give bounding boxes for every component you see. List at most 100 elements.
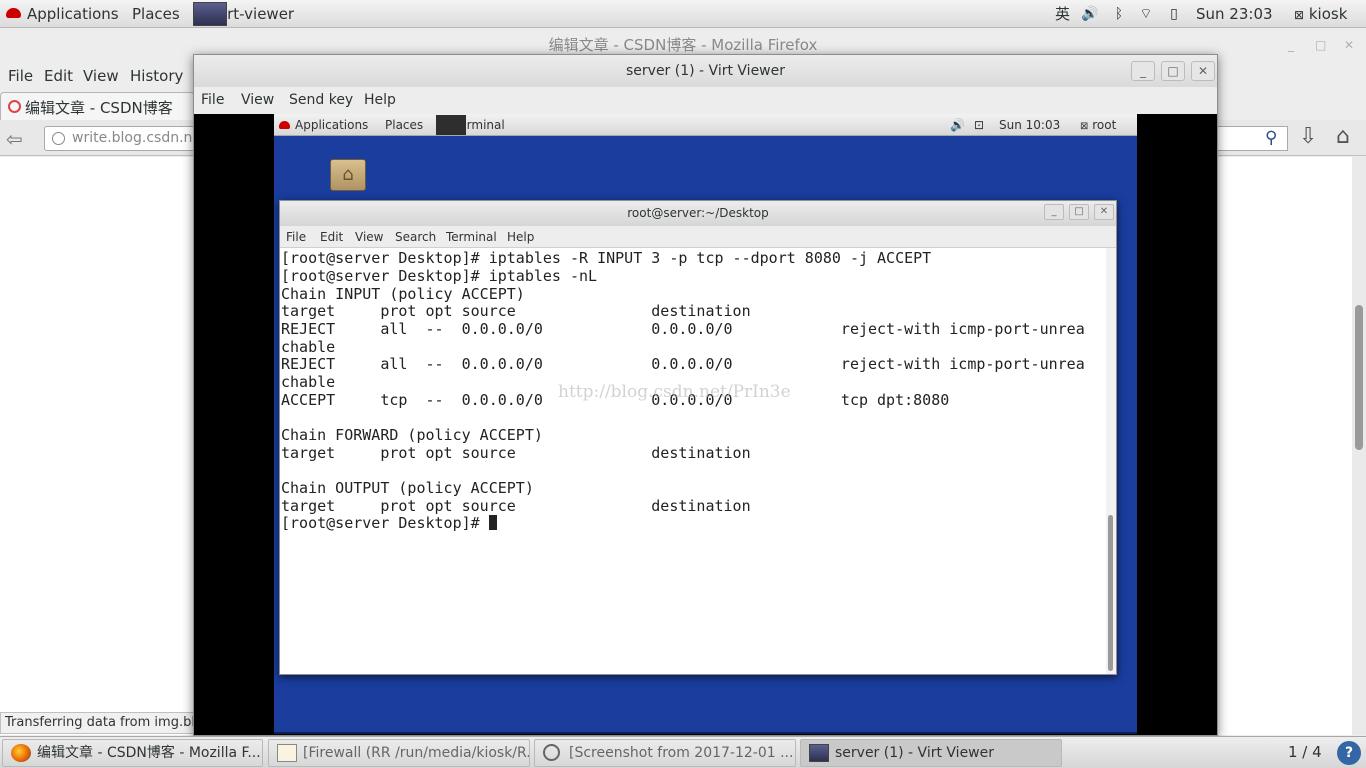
term-maximize-button[interactable]: □	[1069, 204, 1089, 220]
term-close-button[interactable]: ✕	[1094, 204, 1114, 220]
guest-user-icon: ⊠	[1080, 121, 1089, 132]
help-icon[interactable]: ?	[1337, 741, 1361, 765]
firefox-search-field[interactable]	[1218, 126, 1288, 151]
virt-viewer-titlebar[interactable]: server (1) - Virt Viewer _ □ ✕	[194, 55, 1217, 87]
firefox-url-bar[interactable]: write.blog.csdn.ne	[44, 126, 195, 151]
terminal-titlebar[interactable]: root@server:~/Desktop _ □ ✕	[280, 201, 1116, 226]
host-clock[interactable]: Sun 23:03	[1196, 0, 1273, 28]
firefox-tab-label: 编辑文章 - CSDN博客	[25, 99, 173, 117]
terminal-line: REJECT all -- 0.0.0.0/0 0.0.0.0/0 reject…	[281, 320, 1085, 338]
guest-user-label: root	[1092, 118, 1117, 132]
guest-terminal-app-menu[interactable]: Terminal	[436, 114, 505, 136]
term-menu-help[interactable]: Help	[507, 230, 534, 244]
guest-clock[interactable]: Sun 10:03	[999, 114, 1060, 136]
firefox-icon	[11, 744, 31, 762]
vv-menu-help[interactable]: Help	[364, 92, 396, 108]
terminal-line: Chain OUTPUT (policy ACCEPT)	[281, 479, 534, 497]
host-active-app-menu[interactable]: Virt-viewer	[193, 0, 294, 28]
task-virt-viewer-label: server (1) - Virt Viewer	[835, 745, 994, 761]
terminal-scroll-thumb[interactable]	[1108, 515, 1113, 671]
text-cursor	[488, 515, 497, 530]
image-viewer-icon	[543, 744, 560, 761]
firefox-menu-edit[interactable]: Edit	[44, 67, 73, 85]
workspace-indicator[interactable]: 1 / 4	[1288, 743, 1322, 761]
globe-icon	[52, 132, 65, 145]
user-icon: ⊠	[1294, 8, 1305, 22]
search-icon[interactable]: ⚲	[1265, 128, 1277, 148]
terminal-prompt: [root@server Desktop]#	[281, 514, 489, 532]
term-minimize-button[interactable]: _	[1044, 204, 1064, 220]
terminal-menubar: File Edit View Search Terminal Help	[280, 226, 1116, 248]
terminal-line: [root@server Desktop]# iptables -nL	[281, 267, 598, 285]
firefox-minimize-button[interactable]: _	[1288, 38, 1294, 52]
task-virt-viewer[interactable]: server (1) - Virt Viewer	[800, 739, 1062, 767]
terminal-prompt-line: [root@server Desktop]#	[281, 514, 497, 532]
host-places-menu[interactable]: Places	[132, 0, 180, 28]
virt-viewer-app-icon	[193, 1, 227, 26]
guest-network-icon[interactable]: ⊡	[974, 114, 984, 136]
term-menu-terminal[interactable]: Terminal	[446, 230, 497, 244]
firefox-menu-view[interactable]: View	[83, 67, 119, 85]
host-taskbar: 编辑文章 - CSDN博客 - Mozilla F... [Firewall (…	[0, 736, 1366, 768]
download-icon[interactable]: ⇩	[1299, 124, 1317, 149]
battery-icon[interactable]: ▯	[1165, 5, 1183, 23]
task-firewall-editor[interactable]: [Firewall (RR /run/media/kiosk/R...	[268, 739, 530, 767]
task-firefox[interactable]: 编辑文章 - CSDN博客 - Mozilla F...	[2, 739, 263, 767]
vv-close-button[interactable]: ✕	[1191, 61, 1215, 81]
vv-minimize-button[interactable]: _	[1131, 61, 1155, 81]
vv-menu-send-key[interactable]: Send key	[289, 92, 353, 108]
terminal-line: Chain INPUT (policy ACCEPT)	[281, 285, 525, 303]
back-arrow-icon[interactable]: ⇦	[6, 127, 23, 151]
firefox-status-bar: Transferring data from img.bl	[0, 712, 195, 734]
loading-spinner-icon	[8, 100, 21, 113]
terminal-line: target prot opt source destination	[281, 497, 751, 515]
firefox-maximize-button[interactable]: □	[1315, 38, 1326, 52]
firefox-menu-file[interactable]: File	[8, 67, 33, 85]
guest-places-menu[interactable]: Places	[385, 114, 423, 136]
guest-applications-label: Applications	[295, 118, 369, 132]
guest-top-panel: Applications Places Terminal 🔊 ⊡ Sun 10:…	[274, 114, 1137, 136]
firefox-menubar: File Edit View History	[0, 62, 195, 90]
wifi-icon[interactable]: ⌔	[1137, 5, 1155, 23]
bluetooth-icon[interactable]: ᛒ	[1110, 5, 1128, 23]
input-method-indicator[interactable]: 英	[1055, 0, 1070, 28]
task-screenshot[interactable]: [Screenshot from 2017-12-01 ...	[534, 739, 796, 767]
terminal-line: Chain FORWARD (policy ACCEPT)	[281, 426, 543, 444]
guest-applications-menu[interactable]: Applications	[279, 114, 368, 136]
term-menu-edit[interactable]: Edit	[320, 230, 343, 244]
guest-volume-icon[interactable]: 🔊	[950, 114, 965, 136]
vv-maximize-button[interactable]: □	[1161, 61, 1185, 81]
guest-user-menu[interactable]: ⊠ root	[1080, 114, 1116, 136]
redhat-logo-icon	[6, 7, 21, 18]
text-editor-icon	[277, 744, 297, 762]
term-menu-view[interactable]: View	[355, 230, 383, 244]
term-menu-file[interactable]: File	[286, 230, 306, 244]
home-folder-icon[interactable]: ⌂	[330, 159, 366, 191]
virt-viewer-window: server (1) - Virt Viewer _ □ ✕ File View…	[193, 54, 1218, 736]
volume-icon[interactable]: 🔊	[1081, 5, 1099, 23]
term-menu-search[interactable]: Search	[395, 230, 436, 244]
vv-menu-file[interactable]: File	[201, 92, 224, 108]
firefox-tab[interactable]: 编辑文章 - CSDN博客	[0, 92, 195, 120]
guest-redhat-logo-icon	[279, 120, 290, 129]
virt-viewer-icon	[809, 744, 829, 762]
firefox-scroll-thumb[interactable]	[1355, 305, 1363, 450]
vv-menu-view[interactable]: View	[241, 92, 274, 108]
terminal-output[interactable]: [root@server Desktop]# iptables -R INPUT…	[280, 248, 1106, 674]
firefox-close-button[interactable]: ✕	[1344, 38, 1354, 52]
terminal-line: REJECT all -- 0.0.0.0/0 0.0.0.0/0 reject…	[281, 355, 1085, 373]
terminal-line: chable	[281, 338, 336, 356]
applications-label: Applications	[27, 5, 119, 23]
guest-display[interactable]: Applications Places Terminal 🔊 ⊡ Sun 10:…	[274, 114, 1137, 734]
virt-viewer-menubar: File View Send key Help	[194, 87, 1217, 114]
host-user-menu[interactable]: ⊠ kiosk	[1294, 0, 1347, 28]
task-firefox-label: 编辑文章 - CSDN博客 - Mozilla F...	[37, 745, 261, 761]
task-firewall-label: [Firewall (RR /run/media/kiosk/R...	[303, 745, 530, 761]
terminal-title: root@server:~/Desktop	[627, 206, 769, 220]
virt-viewer-title: server (1) - Virt Viewer	[626, 63, 785, 79]
home-icon[interactable]: ⌂	[1336, 124, 1350, 149]
terminal-line: target prot opt source destination	[281, 302, 751, 320]
firefox-menu-history[interactable]: History	[130, 67, 183, 85]
host-top-panel: Applications Places Virt-viewer 英 🔊 ᛒ ⌔ …	[0, 0, 1366, 28]
host-applications-menu[interactable]: Applications	[6, 0, 119, 28]
